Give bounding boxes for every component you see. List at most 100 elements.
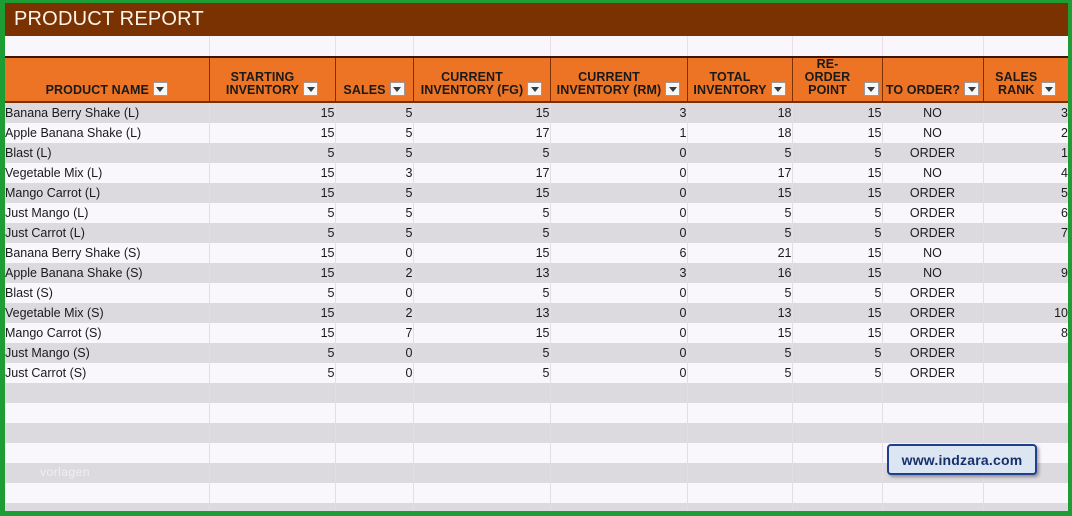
cell-empty[interactable]	[413, 383, 551, 403]
table-row-empty[interactable]	[5, 503, 1068, 511]
cell-sales[interactable]: 5	[335, 183, 414, 203]
cell-current_inventory_rm[interactable]: 0	[550, 203, 688, 223]
cell-current_inventory_rm[interactable]: 3	[550, 102, 688, 123]
cell-empty[interactable]	[792, 383, 883, 403]
cell-empty[interactable]	[983, 423, 1068, 443]
cell-total_inventory[interactable]: 5	[687, 223, 793, 243]
cell-current_inventory_rm[interactable]: 0	[550, 363, 688, 383]
cell-sales[interactable]: 0	[335, 343, 414, 363]
cell-current_inventory_rm[interactable]: 6	[550, 243, 688, 263]
cell-sales_rank[interactable]: 9	[983, 263, 1068, 283]
cell-empty[interactable]	[335, 463, 414, 483]
cell-sales_rank[interactable]: 2	[983, 123, 1068, 143]
cell-starting_inventory[interactable]: 5	[209, 223, 336, 243]
cell-to_order[interactable]: ORDER	[882, 143, 984, 163]
table-row-empty[interactable]	[5, 383, 1068, 403]
cell-sales_rank[interactable]: 4	[983, 163, 1068, 183]
filter-dropdown-icon[interactable]	[152, 82, 168, 96]
cell-to_order[interactable]: NO	[882, 163, 984, 183]
cell-to_order[interactable]: ORDER	[882, 343, 984, 363]
table-row[interactable]: Mango Carrot (L) 15 5 15 0 15 15 ORDER 5	[5, 183, 1068, 203]
table-row[interactable]: Just Mango (L) 5 5 5 0 5 5 ORDER 6	[5, 203, 1068, 223]
cell-sales[interactable]: 0	[335, 243, 414, 263]
table-row[interactable]: Vegetable Mix (S) 15 2 13 0 13 15 ORDER 10	[5, 303, 1068, 323]
cell-starting_inventory[interactable]: 5	[209, 143, 336, 163]
cell-to_order[interactable]: ORDER	[882, 183, 984, 203]
cell-empty[interactable]	[335, 483, 414, 503]
cell-reorder_point[interactable]: 15	[792, 183, 883, 203]
cell-current_inventory_fg[interactable]: 15	[413, 102, 551, 123]
cell-empty[interactable]	[413, 403, 551, 423]
cell-current_inventory_rm[interactable]: 0	[550, 303, 688, 323]
cell-product_name[interactable]: Mango Carrot (S)	[5, 323, 210, 343]
cell-empty[interactable]	[687, 483, 793, 503]
table-row[interactable]: Just Carrot (L) 5 5 5 0 5 5 ORDER 7	[5, 223, 1068, 243]
cell-reorder_point[interactable]: 5	[792, 343, 883, 363]
column-header-sales[interactable]: SALES	[335, 58, 414, 103]
table-row[interactable]: Blast (S) 5 0 5 0 5 5 ORDER	[5, 283, 1068, 303]
cell-empty[interactable]	[209, 423, 336, 443]
cell-sales_rank[interactable]: 3	[983, 102, 1068, 123]
cell-total_inventory[interactable]: 15	[687, 183, 793, 203]
cell-total_inventory[interactable]: 21	[687, 243, 793, 263]
filter-dropdown-icon[interactable]	[863, 82, 879, 96]
cell-reorder_point[interactable]: 15	[792, 323, 883, 343]
cell-product_name[interactable]: Just Carrot (L)	[5, 223, 210, 243]
cell-sales[interactable]: 3	[335, 163, 414, 183]
website-url-badge[interactable]: www.indzara.com	[887, 444, 1037, 475]
cell-current_inventory_fg[interactable]: 13	[413, 303, 551, 323]
cell-empty[interactable]	[792, 423, 883, 443]
cell-to_order[interactable]: ORDER	[882, 303, 984, 323]
cell-empty[interactable]	[335, 403, 414, 423]
cell-current_inventory_rm[interactable]: 1	[550, 123, 688, 143]
table-row[interactable]: Vegetable Mix (L) 15 3 17 0 17 15 NO 4	[5, 163, 1068, 183]
cell-current_inventory_rm[interactable]: 0	[550, 163, 688, 183]
table-row-empty[interactable]	[5, 403, 1068, 423]
cell-sales[interactable]: 5	[335, 143, 414, 163]
cell-current_inventory_fg[interactable]: 5	[413, 283, 551, 303]
cell-product_name[interactable]: Just Mango (S)	[5, 343, 210, 363]
table-row[interactable]: Banana Berry Shake (S) 15 0 15 6 21 15 NO	[5, 243, 1068, 263]
cell-empty[interactable]	[983, 383, 1068, 403]
cell-total_inventory[interactable]: 16	[687, 263, 793, 283]
column-header-starting_inventory[interactable]: STARTING INVENTORY	[209, 58, 336, 103]
cell-product_name[interactable]: Just Carrot (S)	[5, 363, 210, 383]
cell-empty[interactable]	[550, 503, 688, 511]
cell-empty[interactable]	[882, 423, 984, 443]
cell-reorder_point[interactable]: 5	[792, 143, 883, 163]
cell-empty[interactable]	[209, 503, 336, 511]
cell-to_order[interactable]: ORDER	[882, 363, 984, 383]
filter-dropdown-icon[interactable]	[389, 82, 405, 96]
cell-starting_inventory[interactable]: 15	[209, 102, 336, 123]
cell-empty[interactable]	[550, 403, 688, 423]
cell-reorder_point[interactable]: 15	[792, 123, 883, 143]
cell-to_order[interactable]: ORDER	[882, 283, 984, 303]
cell-sales_rank[interactable]	[983, 363, 1068, 383]
cell-empty[interactable]	[335, 423, 414, 443]
cell-total_inventory[interactable]: 18	[687, 102, 793, 123]
cell-empty[interactable]	[792, 443, 883, 463]
cell-empty[interactable]	[687, 403, 793, 423]
cell-total_inventory[interactable]: 5	[687, 283, 793, 303]
cell-empty[interactable]	[550, 383, 688, 403]
cell-sales[interactable]: 0	[335, 283, 414, 303]
cell-starting_inventory[interactable]: 15	[209, 123, 336, 143]
cell-to_order[interactable]: NO	[882, 243, 984, 263]
cell-starting_inventory[interactable]: 15	[209, 163, 336, 183]
cell-current_inventory_fg[interactable]: 5	[413, 363, 551, 383]
table-row[interactable]: Just Carrot (S) 5 0 5 0 5 5 ORDER	[5, 363, 1068, 383]
cell-empty[interactable]	[792, 483, 883, 503]
cell-empty[interactable]	[687, 423, 793, 443]
cell-empty[interactable]	[882, 383, 984, 403]
table-row[interactable]: Banana Berry Shake (L) 15 5 15 3 18 15 NO 3	[5, 102, 1068, 123]
cell-empty[interactable]	[687, 443, 793, 463]
cell-sales_rank[interactable]: 6	[983, 203, 1068, 223]
cell-empty[interactable]	[882, 403, 984, 423]
cell-empty[interactable]	[335, 503, 414, 511]
cell-empty[interactable]	[792, 403, 883, 423]
cell-reorder_point[interactable]: 5	[792, 363, 883, 383]
cell-reorder_point[interactable]: 5	[792, 203, 883, 223]
cell-sales[interactable]: 5	[335, 123, 414, 143]
cell-empty[interactable]	[550, 423, 688, 443]
cell-sales_rank[interactable]: 10	[983, 303, 1068, 323]
